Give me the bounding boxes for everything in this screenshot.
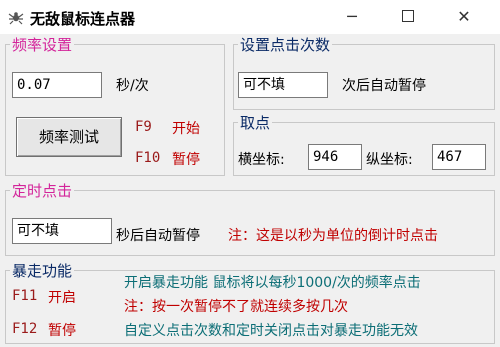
timed-click-legend: 定时点击 bbox=[12, 182, 73, 200]
minimize-icon: ─ bbox=[347, 7, 357, 26]
f9-key-label: F9 bbox=[135, 119, 152, 135]
rapid-fire-description: 开启暴走功能 鼠标将以每秒1000/次的频率点击 bbox=[124, 275, 421, 291]
frequency-test-label: 频率测试 bbox=[38, 128, 99, 146]
click-count-suffix: 次后自动暂停 bbox=[342, 78, 426, 94]
timed-click-suffix: 秒后自动暂停 bbox=[116, 228, 200, 244]
frequency-legend: 频率设置 bbox=[12, 36, 73, 54]
maximize-icon bbox=[402, 10, 414, 22]
frequency-test-button[interactable]: 频率测试 bbox=[16, 117, 122, 157]
y-coordinate-label: 纵坐标: bbox=[366, 152, 413, 168]
y-coordinate-field[interactable]: 467 bbox=[432, 144, 486, 170]
f9-start-label: 开始 bbox=[172, 121, 200, 137]
maximize-button[interactable] bbox=[394, 6, 422, 28]
minimize-button[interactable]: ─ bbox=[338, 6, 366, 28]
click-count-input[interactable]: 可不填 bbox=[238, 72, 328, 98]
f11-enable-label: 开启 bbox=[48, 290, 76, 306]
rapid-fire-legend: 暴走功能 bbox=[12, 262, 73, 280]
f11-key-label: F11 bbox=[12, 288, 38, 304]
f10-pause-label: 暂停 bbox=[172, 152, 200, 168]
rapid-fire-limit-note: 自定义点击次数和定时关闭点击对暴走功能无效 bbox=[124, 323, 418, 339]
frequency-input[interactable]: 0.07 bbox=[12, 72, 102, 98]
f10-key-label: F10 bbox=[135, 150, 161, 166]
close-button[interactable]: ✕ bbox=[450, 6, 478, 28]
pick-point-legend: 取点 bbox=[240, 114, 271, 132]
f12-key-label: F12 bbox=[12, 321, 38, 337]
spider-app-icon bbox=[8, 12, 24, 25]
window-title: 无敌鼠标连点器 bbox=[30, 10, 136, 28]
timed-click-note: 注：这是以秒为单位的倒计时点击 bbox=[228, 228, 438, 244]
click-count-legend: 设置点击次数 bbox=[240, 36, 331, 54]
f12-pause-label: 暂停 bbox=[48, 323, 76, 339]
timed-click-input[interactable]: 可不填 bbox=[12, 218, 112, 244]
x-coordinate-label: 横坐标: bbox=[238, 152, 285, 168]
rapid-fire-pause-note: 注：按一次暂停不了就连续多按几次 bbox=[124, 299, 348, 315]
frequency-unit-label: 秒/次 bbox=[116, 78, 149, 94]
close-icon: ✕ bbox=[457, 7, 471, 26]
title-bar: 无敌鼠标连点器 ─ ✕ bbox=[0, 0, 500, 34]
x-coordinate-field[interactable]: 946 bbox=[308, 144, 362, 170]
